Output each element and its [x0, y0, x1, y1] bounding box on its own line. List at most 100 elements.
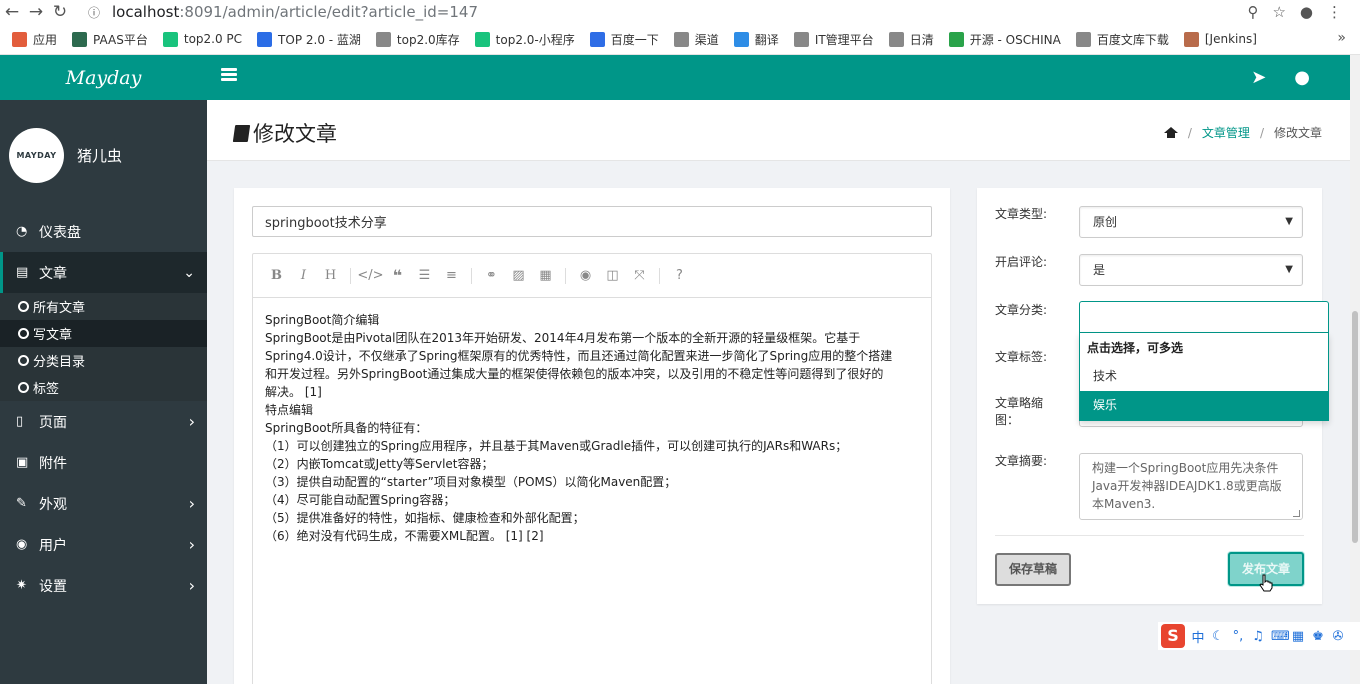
toolbar-divider [659, 267, 660, 284]
page-title-text: 修改文章 [253, 122, 337, 146]
link-icon[interactable]: ⚭ [478, 268, 505, 283]
wrench-icon[interactable]: ✇ [1331, 629, 1345, 644]
bookmark-item[interactable]: IT管理平台 [793, 31, 874, 48]
bookmark-item[interactable]: top2.0-小程序 [474, 31, 575, 48]
bookmark-item[interactable]: top2.0 PC [162, 31, 242, 47]
scrollbar-thumb[interactable] [1352, 311, 1358, 543]
bookmark-label: 百度一下 [610, 32, 659, 47]
sidebar-item[interactable]: ✷ 设置 › [0, 565, 207, 606]
brush-icon: ✎ [16, 496, 27, 511]
back-icon[interactable]: ← [0, 2, 24, 22]
category-input[interactable] [1079, 301, 1329, 333]
article-type-select[interactable]: 原创 ▼ [1079, 206, 1303, 238]
page-scrollbar[interactable] [1350, 55, 1360, 684]
help-icon[interactable]: ? [666, 268, 693, 283]
menu-toggle-icon[interactable] [221, 68, 237, 82]
sidebar-subitem-label: 写文章 [33, 328, 73, 343]
code-icon[interactable]: </> [357, 268, 384, 283]
sogou-logo-icon[interactable]: S [1161, 624, 1185, 648]
punctuation-icon[interactable]: °, [1231, 629, 1245, 644]
zoom-icon[interactable]: ⚲ [1247, 3, 1258, 21]
article-title-input[interactable] [252, 206, 932, 237]
sidebar-subitem[interactable]: 写文章 [0, 320, 207, 347]
save-draft-button[interactable]: 保存草稿 [995, 553, 1071, 586]
breadcrumb-section-link[interactable]: 文章管理 [1202, 124, 1250, 141]
ordered-list-icon[interactable]: ≡ [438, 268, 465, 283]
home-icon[interactable] [1163, 127, 1178, 138]
bookmark-favicon-icon [1075, 31, 1091, 47]
bookmark-item[interactable]: 日清 [888, 31, 934, 48]
sidebar-item[interactable]: ◉ 用户 › [0, 524, 207, 565]
preview-eye-icon[interactable]: ◉ [572, 268, 599, 283]
sidebar-subitem[interactable]: 标签 [0, 374, 207, 401]
url-field[interactable]: localhost:8091/admin/article/edit?articl… [112, 3, 478, 21]
ime-mode-indicator[interactable]: 中 [1191, 627, 1205, 646]
image-icon[interactable]: ▨ [505, 268, 532, 283]
quote-icon[interactable]: ❝ [384, 266, 411, 285]
forward-icon[interactable]: → [24, 2, 48, 22]
bookmark-item[interactable]: TOP 2.0 - 蓝湖 [257, 31, 361, 48]
shirt-icon[interactable]: ♚ [1311, 629, 1325, 644]
breadcrumb: / 文章管理 / 修改文章 [1163, 124, 1322, 141]
bookmark-label: 渠道 [694, 32, 719, 47]
paper-plane-icon[interactable]: ➤ [1251, 67, 1266, 88]
bookmark-favicon-icon [948, 31, 964, 47]
bookmark-item[interactable]: 百度一下 [589, 31, 659, 48]
sidebar-item[interactable]: ✎ 外观 › [0, 483, 207, 524]
star-icon[interactable]: ☆ [1272, 3, 1285, 21]
profile-icon[interactable]: ● [1300, 3, 1313, 21]
chevron-right-icon: › [188, 494, 195, 513]
heading-icon[interactable]: H [317, 268, 344, 283]
info-icon[interactable]: ⓘ [82, 4, 106, 21]
sidebar-item[interactable]: ▯ 页面 › [0, 401, 207, 442]
bookmark-label: 百度文库下载 [1096, 32, 1169, 47]
bold-icon[interactable]: B [263, 268, 290, 283]
category-option[interactable]: 技术 [1080, 362, 1328, 391]
sidebar-item[interactable]: ◔ 仪表盘 [0, 211, 207, 252]
bookmark-item[interactable]: top2.0库存 [375, 31, 460, 48]
bookmark-item[interactable]: 应用 [12, 31, 57, 48]
bookmarks-overflow-icon[interactable]: » [1337, 30, 1346, 46]
bookmark-label: 日清 [909, 32, 934, 47]
sidebar-subitem[interactable]: 所有文章 [0, 293, 207, 320]
bookmark-label: top2.0-小程序 [495, 32, 575, 47]
moon-icon[interactable]: ☾ [1211, 629, 1225, 644]
category-option[interactable]: 娱乐 [1080, 391, 1328, 420]
comment-select[interactable]: 是 ▼ [1079, 254, 1303, 286]
sidebar-subitem[interactable]: 分类目录 [0, 347, 207, 374]
brand-logo[interactable]: Mayday [0, 55, 207, 100]
italic-icon[interactable]: I [290, 268, 317, 283]
top-navbar: ➤ ● [207, 55, 1350, 100]
bookmark-item[interactable]: 渠道 [673, 31, 719, 48]
content-line: （1）可以创建独立的Spring应用程序，并且基于其Maven或Gradle插件… [265, 439, 848, 453]
resize-grip-icon[interactable] [1293, 510, 1300, 517]
bookmark-item[interactable]: 开源 - OSCHINA [948, 31, 1061, 48]
toolbar-divider [350, 267, 351, 284]
summary-textarea[interactable]: 构建一个SpringBoot应用先决条件Java开发神器IDEAJDK1.8或更… [1079, 453, 1303, 520]
grid-icon[interactable]: ▦ [1291, 629, 1305, 644]
user-icon[interactable]: ● [1294, 67, 1310, 88]
more-icon[interactable]: ⋮ [1327, 3, 1342, 21]
table-icon[interactable]: ▦ [532, 268, 559, 283]
content-line: 解决。 [1] [265, 385, 322, 399]
select-caret-icon: ▼ [1285, 264, 1293, 275]
bookmark-item[interactable]: [Jenkins] [1183, 31, 1257, 47]
bookmark-item[interactable]: 翻译 [733, 31, 779, 48]
bookmark-item[interactable]: PAAS平台 [72, 31, 148, 48]
reload-icon[interactable]: ↻ [48, 2, 72, 22]
select-caret-icon: ▼ [1285, 216, 1293, 227]
editor-content[interactable]: SpringBoot简介编辑 SpringBoot是由Pivotal团队在2013… [253, 298, 931, 558]
side-by-side-icon[interactable]: ◫ [599, 268, 626, 283]
comment-label: 开启评论: [995, 255, 1048, 269]
fullscreen-icon[interactable]: ⤧ [626, 268, 653, 283]
category-dropdown: 点击选择，可多选 技术 娱乐 [1079, 333, 1329, 421]
sidebar-item[interactable]: ▤ 文章 ⌄ [0, 252, 207, 293]
unordered-list-icon[interactable]: ☰ [411, 268, 438, 283]
editor-card: B I H </> ❝ ☰ ≡ ⚭ ▨ ▦ ◉ ◫ ⤧ ? SpringBoot… [234, 188, 950, 684]
markdown-editor: B I H </> ❝ ☰ ≡ ⚭ ▨ ▦ ◉ ◫ ⤧ ? SpringBoot… [252, 253, 932, 684]
content-line: SpringBoot所具备的特征有： [265, 421, 428, 435]
sidebar-item[interactable]: ▣ 附件 [0, 442, 207, 483]
microphone-icon[interactable]: ♫ [1251, 629, 1265, 644]
keyboard-icon[interactable]: ⌨ [1271, 629, 1290, 644]
bookmark-item[interactable]: 百度文库下载 [1075, 31, 1169, 48]
